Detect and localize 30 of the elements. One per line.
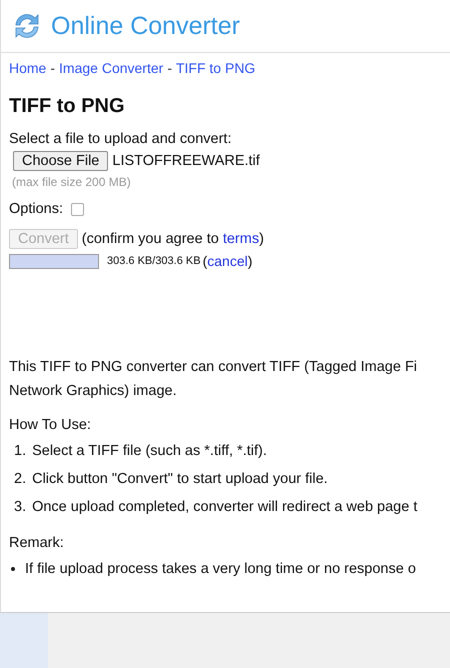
step-text: Once upload completed, converter will redirect a web page t xyxy=(32,498,418,517)
cancel-link[interactable]: cancel xyxy=(207,253,248,269)
options-label: Options: xyxy=(9,201,63,217)
site-title[interactable]: Online Converter xyxy=(51,12,240,40)
upload-prompt: Select a file to upload and convert: xyxy=(9,130,232,148)
background-panel xyxy=(0,613,48,668)
breadcrumb-separator: - xyxy=(167,60,172,76)
step-number: 1. xyxy=(14,442,26,461)
section-title: Remark: xyxy=(9,534,65,553)
section-title: How To Use: xyxy=(9,416,92,435)
step-text: Select a TIFF file (such as *.tiff, *.tif). xyxy=(32,442,267,461)
terms-note: (confirm you agree to terms) xyxy=(82,231,264,247)
step-number: 3. xyxy=(14,498,26,517)
intro-text: This TIFF to PNG converter can convert TIFF (Tagged Image Fi xyxy=(9,358,418,377)
breadcrumb-link[interactable]: Home xyxy=(9,60,46,76)
intro-text: Network Graphics) image. xyxy=(9,382,178,401)
breadcrumb-link[interactable]: Image Converter xyxy=(59,60,164,76)
choose-file-button[interactable]: Choose File xyxy=(13,151,108,171)
breadcrumb-link[interactable]: TIFF to PNG xyxy=(176,60,256,76)
breadcrumb-separator: - xyxy=(50,60,56,76)
step-number: 2. xyxy=(14,470,26,489)
step-text: Click button "Convert" to start upload your file. xyxy=(32,470,328,489)
remark-text: If file upload process takes a very long time or no response o xyxy=(25,560,416,579)
file-name: LISTOFFREEWARE.tif xyxy=(112,153,260,169)
options-checkbox[interactable] xyxy=(71,202,84,216)
file-size-hint: (max file size 200 MB) xyxy=(12,175,132,189)
progress-reading: 303.6 KB/303.6 KB xyxy=(107,255,201,267)
bullet-icon xyxy=(11,567,15,571)
cancel-note: (cancel) xyxy=(202,253,252,269)
page-heading: TIFF to PNG xyxy=(9,94,126,118)
